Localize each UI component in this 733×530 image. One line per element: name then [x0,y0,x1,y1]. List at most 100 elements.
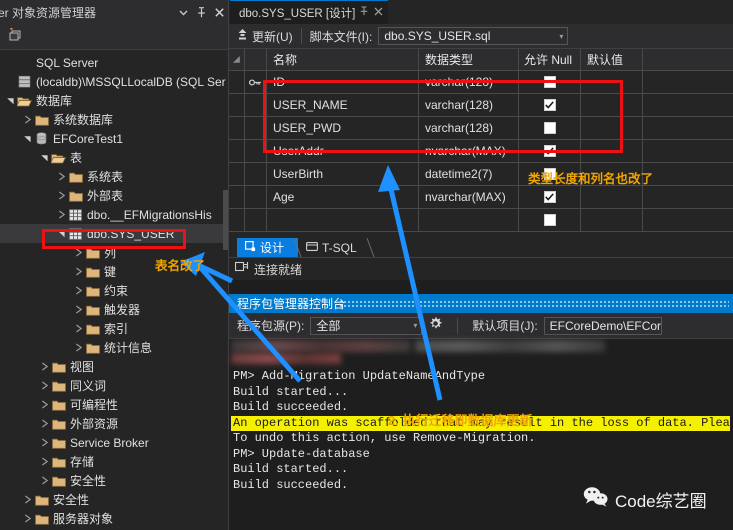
view-tab-t-sql[interactable]: T-SQL [298,238,375,257]
update-button[interactable]: 更新(U) [237,28,293,45]
allow-null-checkbox[interactable] [543,145,556,157]
cell-default-value[interactable] [581,117,643,139]
chevron-right-icon[interactable] [38,476,50,485]
allow-null-checkbox[interactable] [543,191,556,203]
cell-column-name[interactable]: Age [267,186,419,208]
cell-default-value[interactable] [581,140,643,162]
chevron-right-icon[interactable] [21,495,33,504]
object-explorer-tree[interactable]: SQL Server (localdb)\MSSQLLocalDB (SQL Se… [0,50,228,528]
cell-allow-null[interactable] [519,186,581,208]
chevron-right-icon[interactable] [38,419,50,428]
tree-item-dbo-efmigrationshis[interactable]: dbo.__EFMigrationsHis [0,205,228,224]
row-selector[interactable] [229,163,245,185]
row-selector[interactable] [229,117,245,139]
row-selector[interactable] [229,94,245,116]
grid-col-header-name[interactable]: 名称 [267,49,419,70]
chevron-right-icon[interactable] [21,115,33,124]
cell-data-type[interactable]: datetime2(7) [419,163,519,185]
tree-item--[interactable]: 索引 [0,319,228,338]
cell-column-name[interactable]: USER_PWD [267,117,419,139]
tree-item--[interactable]: 列 [0,243,228,262]
grid-row[interactable]: ID varchar(128) [229,71,733,94]
chevron-right-icon[interactable] [38,438,50,447]
row-selector[interactable] [229,209,245,231]
tree-item-efcoretest1[interactable]: EFCoreTest1 [0,129,228,148]
chevron-right-icon[interactable] [21,514,33,523]
cell-allow-null[interactable] [519,71,581,93]
chevron-down-icon[interactable] [55,229,67,238]
view-tab--[interactable]: 设计 [237,238,302,257]
chevron-right-icon[interactable] [55,210,67,219]
grid-col-header-type[interactable]: 数据类型 [419,49,519,70]
grid-row[interactable]: USER_NAME varchar(128) [229,94,733,117]
chevron-down-icon[interactable] [4,96,16,105]
cell-column-name[interactable]: USER_NAME [267,94,419,116]
cell-column-name[interactable] [267,209,419,231]
grid-row[interactable]: Age nvarchar(MAX) [229,186,733,209]
chevron-right-icon[interactable] [38,362,50,371]
gear-icon[interactable] [428,316,443,336]
tree-item--[interactable]: 外部表 [0,186,228,205]
cell-allow-null[interactable] [519,117,581,139]
tree-item--[interactable]: 键 [0,262,228,281]
chevron-right-icon[interactable] [72,343,84,352]
tree-item--[interactable]: 数据库 [0,91,228,110]
script-file-combo[interactable]: dbo.SYS_USER.sql ▾ [378,27,569,45]
tree-item-service-broker[interactable]: Service Broker [0,433,228,452]
cell-data-type[interactable]: varchar(128) [419,71,519,93]
allow-null-checkbox[interactable] [543,99,556,111]
tree-item--[interactable]: 安全性 [0,471,228,490]
tree-item--[interactable]: 触发器 [0,300,228,319]
chevron-right-icon[interactable] [38,400,50,409]
cell-allow-null[interactable] [519,163,581,185]
allow-null-checkbox[interactable] [543,214,556,226]
tree-item--[interactable]: 视图 [0,357,228,376]
chevron-right-icon[interactable] [55,172,67,181]
tree-item--[interactable]: 系统数据库 [0,110,228,129]
cell-allow-null[interactable] [519,140,581,162]
grid-row[interactable]: UserBirth datetime2(7) [229,163,733,186]
grid-row[interactable]: UserAddr nvarchar(MAX) [229,140,733,163]
chevron-right-icon[interactable] [55,191,67,200]
cell-default-value[interactable] [581,71,643,93]
cell-allow-null[interactable] [519,94,581,116]
chevron-down-icon[interactable] [179,8,188,17]
pin-icon[interactable] [197,7,206,18]
chevron-right-icon[interactable] [38,457,50,466]
tree-scrollbar[interactable] [223,190,228,250]
allow-null-checkbox[interactable] [543,168,556,180]
row-selector[interactable] [229,186,245,208]
tree-item-dbo-sys-user[interactable]: dbo.SYS_USER [0,224,228,243]
tree-item--[interactable]: 存储 [0,452,228,471]
cell-data-type[interactable] [419,209,519,231]
chevron-right-icon[interactable] [72,286,84,295]
chevron-right-icon[interactable] [72,267,84,276]
cell-data-type[interactable]: varchar(128) [419,117,519,139]
cell-data-type[interactable]: varchar(128) [419,94,519,116]
tree-item--[interactable]: 表 [0,148,228,167]
cell-column-name[interactable]: UserAddr [267,140,419,162]
chevron-right-icon[interactable] [72,305,84,314]
package-source-combo[interactable]: 全部 ▾ [310,316,423,335]
chevron-right-icon[interactable] [72,248,84,257]
grid-row[interactable]: USER_PWD varchar(128) [229,117,733,140]
cell-data-type[interactable]: nvarchar(MAX) [419,140,519,162]
tab-dbo-sys-user-design[interactable]: dbo.SYS_USER [设计] [230,0,389,24]
allow-null-checkbox[interactable] [543,76,556,88]
column-designer-grid[interactable]: 名称 数据类型 允许 Null 默认值 ID varchar(128) USER_NAME v… [229,49,733,237]
grid-row[interactable] [229,209,733,232]
cell-default-value[interactable] [581,94,643,116]
tree-item--localdb-mssqllocaldb-sql-ser[interactable]: (localdb)\MSSQLLocalDB (SQL Ser [0,72,228,91]
tree-item--[interactable]: 约束 [0,281,228,300]
cell-default-value[interactable] [581,186,643,208]
tree-item--[interactable]: 可编程性 [0,395,228,414]
tab-close-icon[interactable] [374,7,383,19]
tree-item--[interactable]: 外部资源 [0,414,228,433]
cell-data-type[interactable]: nvarchar(MAX) [419,186,519,208]
default-project-combo[interactable]: EFCoreDemo\EFCoreT [543,316,662,335]
chevron-right-icon[interactable] [38,381,50,390]
close-icon[interactable] [215,8,224,17]
row-selector[interactable] [229,71,245,93]
tree-item--[interactable]: 服务器对象 [0,509,228,528]
new-query-icon[interactable] [7,27,24,47]
